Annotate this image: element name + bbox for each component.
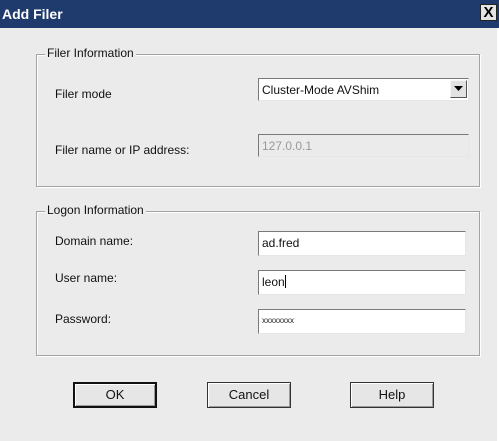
filer-mode-select[interactable]: Cluster-Mode AVShim (258, 78, 469, 101)
user-name-value: leon (262, 275, 285, 289)
ok-label: OK (105, 387, 125, 402)
filer-information-title: Filer Information (45, 46, 136, 60)
filer-address-value: 127.0.0.1 (262, 139, 313, 153)
domain-name-label: Domain name: (55, 234, 134, 248)
password-field[interactable]: xxxxxxxx (258, 309, 466, 334)
password-label: Password: (55, 312, 112, 326)
logon-information-title: Logon Information (45, 203, 146, 217)
user-name-label: User name: (55, 271, 118, 285)
domain-name-field[interactable]: ad.fred (258, 231, 466, 256)
filer-address-label: Filer name or IP address: (55, 143, 190, 157)
help-label: Help (378, 387, 406, 402)
text-cursor (284, 275, 286, 288)
filer-mode-label: Filer mode (55, 87, 112, 101)
title-bar[interactable]: Add Filer X (0, 0, 499, 28)
user-name-field[interactable]: leon (258, 270, 466, 295)
close-button[interactable]: X (480, 4, 497, 21)
filer-mode-value: Cluster-Mode AVShim (262, 83, 380, 97)
domain-name-value: ad.fred (262, 236, 300, 250)
close-icon: X (483, 4, 494, 21)
filer-address-field[interactable]: 127.0.0.1 (258, 134, 469, 157)
add-filer-dialog: Add Filer X Filer Information Filer mode… (0, 0, 499, 441)
chevron-down-icon (454, 86, 463, 91)
cancel-button[interactable]: Cancel (207, 382, 291, 408)
window-title: Add Filer (2, 6, 63, 22)
filer-information-group: Filer Information (36, 46, 480, 187)
dropdown-button[interactable] (450, 80, 467, 98)
password-value: xxxxxxxx (262, 316, 294, 325)
ok-button[interactable]: OK (73, 382, 157, 408)
cancel-label: Cancel (228, 387, 270, 402)
help-button[interactable]: Help (350, 382, 434, 408)
